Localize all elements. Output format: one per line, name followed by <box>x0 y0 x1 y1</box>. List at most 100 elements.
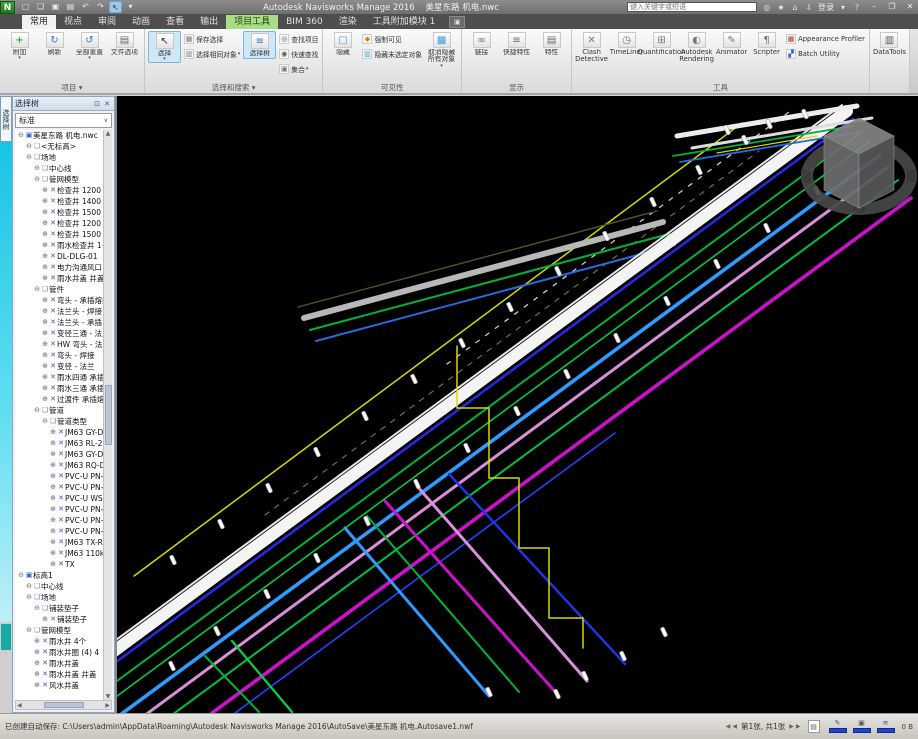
tree-item[interactable]: ⊕✕HW 弯头 - 法兰 <box>15 339 103 350</box>
sets-button[interactable]: ▣集合▾ <box>278 62 319 75</box>
expander-icon[interactable]: ⊖ <box>17 130 25 141</box>
tree-item[interactable]: ⊕✕雨水井 4个 <box>15 636 103 647</box>
tree-item[interactable]: ⊕✕检查井 1500 <box>15 207 103 218</box>
expander-icon[interactable]: ⊕ <box>49 482 57 493</box>
clash-button[interactable]: ✕Clash Detective <box>575 31 608 65</box>
expander-icon[interactable]: ⊕ <box>33 658 41 669</box>
expander-icon[interactable]: ⊕ <box>49 449 57 460</box>
expander-icon[interactable]: ⊖ <box>33 405 41 416</box>
restore-button[interactable]: ❐ <box>884 1 900 13</box>
expander-icon[interactable]: ⊖ <box>25 625 33 636</box>
search-input[interactable] <box>627 2 757 12</box>
home-icon[interactable]: ⌂ <box>789 3 801 12</box>
expander-icon[interactable]: ⊕ <box>41 328 49 339</box>
redo-icon[interactable]: ↷ <box>94 1 107 13</box>
expander-icon[interactable]: ⊕ <box>33 669 41 680</box>
expander-icon[interactable]: ⊕ <box>49 460 57 471</box>
expander-icon[interactable]: ⊕ <box>41 350 49 361</box>
expander-icon[interactable]: ⊕ <box>49 438 57 449</box>
select-same-button[interactable]: ▥选择相同对象▾ <box>183 47 241 60</box>
hide-unselected-button[interactable]: ▥隐藏未选定对象 <box>361 47 423 60</box>
tree-item[interactable]: ⊕✕PVC-U PN-DN600 <box>15 482 103 493</box>
expander-icon[interactable]: ⊕ <box>41 229 49 240</box>
vscroll-thumb[interactable] <box>105 385 112 445</box>
tree-item[interactable]: ⊕✕DL-DLG-01 <box>15 251 103 262</box>
scroll-right-icon[interactable]: ▶ <box>105 702 110 709</box>
tree-item[interactable]: ⊕✕TX <box>15 559 103 570</box>
links-button[interactable]: ∞链接 <box>465 31 498 57</box>
prev-sheet-icon[interactable]: ◀ <box>732 723 737 730</box>
first-sheet-icon[interactable]: ◀ <box>726 723 731 730</box>
expander-icon[interactable]: ⊖ <box>25 141 33 152</box>
tree-item[interactable]: ⊖❏管网模型 <box>15 174 103 185</box>
expander-icon[interactable]: ⊕ <box>41 251 49 262</box>
tree-item[interactable]: ⊕✕JM63 TX-Rq(1) <box>15 537 103 548</box>
favorites-icon[interactable]: ★ <box>775 3 787 12</box>
save-icon[interactable]: ▣ <box>49 1 62 13</box>
tree-item[interactable]: ⊕✕雨水井圈 (4) 4 <box>15 647 103 658</box>
ribbon-tab-2[interactable]: 审阅 <box>90 15 124 29</box>
undo-icon[interactable]: ↶ <box>79 1 92 13</box>
refresh-button[interactable]: ↻刷新 <box>38 31 71 57</box>
scroll-up-icon[interactable]: ▲ <box>106 130 111 137</box>
expander-icon[interactable]: ⊕ <box>49 471 57 482</box>
tree-item[interactable]: ⊖❏管件 <box>15 284 103 295</box>
tree-item[interactable]: ⊕✕PVC-U PN-DN300 <box>15 515 103 526</box>
tree-item[interactable]: ⊕✕PVC-U PN-DN250 <box>15 526 103 537</box>
tree-item[interactable]: ⊕✕变径 - 法兰 <box>15 361 103 372</box>
expander-icon[interactable]: ⊕ <box>41 185 49 196</box>
find-items-button[interactable]: ◎查找项目 <box>278 32 319 45</box>
expander-icon[interactable]: ⊕ <box>49 537 57 548</box>
select-tool-icon[interactable]: ↖ <box>109 1 122 13</box>
tree-item[interactable]: ⊕✕JM63 110kV-10k <box>15 548 103 559</box>
tree-vertical-scrollbar[interactable]: ▲ ▼ <box>103 130 112 700</box>
expander-icon[interactable]: ⊕ <box>33 647 41 658</box>
tree-item[interactable]: ⊕✕电力沟通风口 <box>15 262 103 273</box>
datatools-button[interactable]: ▥DataTools <box>873 31 906 57</box>
tree-item[interactable]: ⊕✕法兰头 - 承插 <box>15 317 103 328</box>
scripter-button[interactable]: ¶Scripter <box>750 31 783 57</box>
tree-item[interactable]: ⊖❏场地 <box>15 592 103 603</box>
tree-item[interactable]: ⊕✕检查井 1200 1孔 <box>15 218 103 229</box>
tree-item[interactable]: ⊕✕PVC-U WS-DN500 <box>15 493 103 504</box>
download-icon[interactable]: ⇩ <box>803 3 815 12</box>
expander-icon[interactable]: ⊕ <box>41 394 49 405</box>
ribbon-tab-0[interactable]: 常用 <box>22 15 56 29</box>
ribbon-tab-5[interactable]: 输出 <box>192 15 226 29</box>
expander-icon[interactable]: ⊖ <box>33 284 41 295</box>
tree-item[interactable]: ⊕✕变径三通 - 法兰 <box>15 328 103 339</box>
options-button[interactable]: ▤文件选项 <box>108 31 141 57</box>
hscroll-thumb[interactable] <box>44 702 84 708</box>
animator-button[interactable]: ✎Animator <box>715 31 748 57</box>
tree-item[interactable]: ⊕✕PVC-U PN-DN800 <box>15 504 103 515</box>
expander-icon[interactable]: ⊕ <box>41 262 49 273</box>
properties-button[interactable]: ▤特性 <box>535 31 568 57</box>
tree-item[interactable]: ⊕✕雨水四通 承插熔接 <box>15 372 103 383</box>
expander-icon[interactable]: ⊕ <box>41 361 49 372</box>
expander-icon[interactable]: ⊕ <box>41 372 49 383</box>
expander-icon[interactable]: ⊕ <box>41 295 49 306</box>
minimize-button[interactable]: – <box>866 1 882 13</box>
expander-icon[interactable]: ⊕ <box>41 306 49 317</box>
tree-item[interactable]: ⊕✕检查井 1500 2孔 <box>15 229 103 240</box>
close-button[interactable]: ✕ <box>902 1 918 13</box>
tree-item[interactable]: ⊕✕雨水检查井 1+1孔 <box>15 240 103 251</box>
expander-icon[interactable]: ⊕ <box>41 339 49 350</box>
expander-icon[interactable]: ⊕ <box>49 526 57 537</box>
tree-item[interactable]: ⊖❏<无标高> <box>15 141 103 152</box>
expander-icon[interactable]: ⊕ <box>33 636 41 647</box>
tree-item[interactable]: ⊕✕风水井盖 <box>15 680 103 691</box>
pin-icon[interactable]: ⊡ <box>92 100 102 108</box>
sign-in-button[interactable]: 登录 <box>818 2 834 13</box>
sheet-browser-icon[interactable]: ▤ <box>808 720 820 733</box>
save-selection-button[interactable]: ▦保存选择 <box>183 32 241 45</box>
tree-item[interactable]: ⊕✕JM63 GY-DN400 <box>15 449 103 460</box>
next-sheet-icon[interactable]: ▶ <box>789 723 794 730</box>
expander-icon[interactable]: ⊕ <box>41 383 49 394</box>
tree-item[interactable]: ⊕✕弯头 - 承插熔接点 <box>15 295 103 306</box>
ribbon-tab-8[interactable]: 渲染 <box>331 15 365 29</box>
unhide-all-button[interactable]: ▩取消隐藏所有对象▾ <box>425 31 458 69</box>
expander-icon[interactable]: ⊕ <box>41 614 49 625</box>
close-panel-icon[interactable]: ✕ <box>102 100 112 108</box>
scroll-left-icon[interactable]: ◀ <box>17 702 22 709</box>
